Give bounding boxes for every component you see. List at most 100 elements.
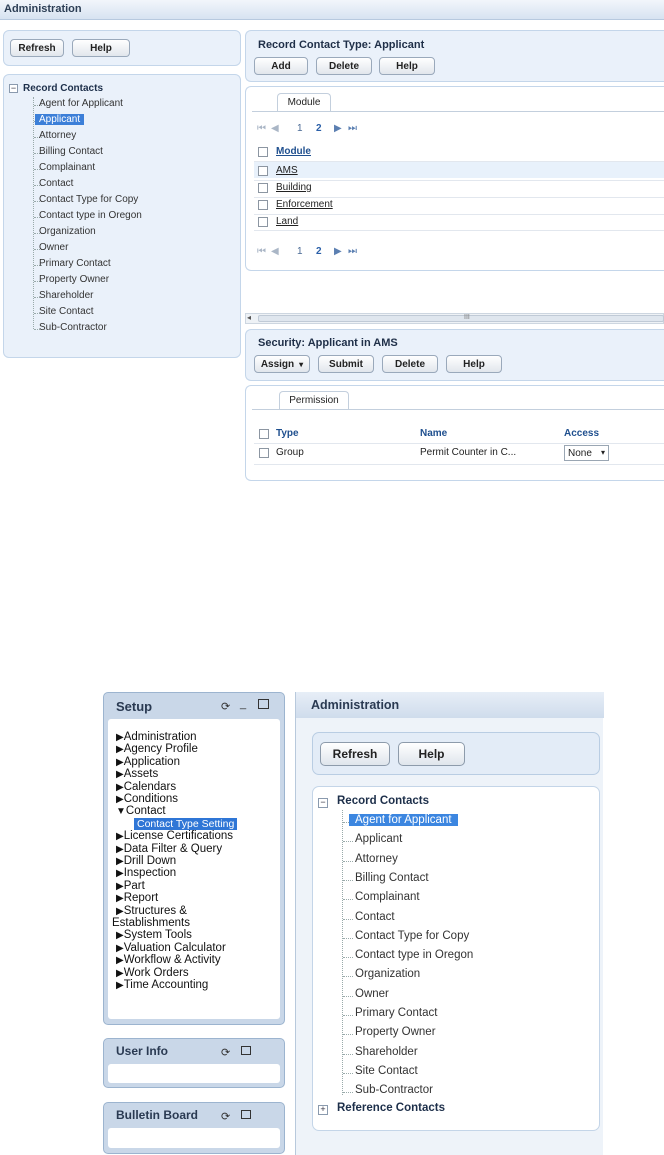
- module-column-header[interactable]: Module: [276, 146, 311, 157]
- refresh-icon[interactable]: ⟳: [221, 700, 230, 713]
- module-row[interactable]: Building: [276, 182, 312, 193]
- row-checkbox[interactable]: [258, 200, 268, 210]
- tree-item[interactable]: Attorney: [355, 853, 398, 865]
- tree-item[interactable]: Owner: [39, 242, 68, 253]
- tree-item[interactable]: Organization: [355, 968, 420, 980]
- tree-item[interactable]: Complainant: [355, 891, 420, 903]
- setup-menu-item[interactable]: ▼Contact: [116, 805, 166, 817]
- row-checkbox[interactable]: [258, 183, 268, 193]
- help-button[interactable]: Help: [72, 39, 130, 57]
- setup-menu-item[interactable]: ▶License Certifications: [116, 830, 233, 842]
- tree-item[interactable]: Applicant: [355, 833, 402, 845]
- collapse-icon[interactable]: −: [318, 798, 328, 808]
- tree-item[interactable]: Property Owner: [39, 274, 109, 285]
- tree-item[interactable]: Shareholder: [39, 290, 93, 301]
- restore-icon[interactable]: [241, 1110, 251, 1119]
- prev-page-icon[interactable]: ◀: [271, 246, 279, 257]
- delete-button[interactable]: Delete: [316, 57, 372, 75]
- tree-item[interactable]: Agent for Applicant: [349, 814, 458, 826]
- tree-item[interactable]: Contact type in Oregon: [39, 210, 142, 221]
- tree-item[interactable]: Site Contact: [39, 306, 93, 317]
- expand-icon[interactable]: +: [318, 1105, 328, 1115]
- maximize-icon[interactable]: [258, 699, 269, 709]
- tree-root-record-contacts[interactable]: Record Contacts: [337, 795, 429, 807]
- module-row[interactable]: Enforcement: [276, 199, 333, 210]
- tab-module[interactable]: Module: [277, 93, 331, 111]
- select-all-checkbox[interactable]: [259, 429, 269, 439]
- horizontal-scrollbar[interactable]: ◂ III: [245, 313, 664, 324]
- help-button[interactable]: Help: [446, 355, 502, 373]
- setup-menu-item[interactable]: ▶Time Accounting: [116, 979, 208, 991]
- page-1-link[interactable]: 1: [297, 123, 303, 134]
- tree-item[interactable]: Billing Contact: [39, 146, 103, 157]
- tree-item[interactable]: Sub-Contractor: [355, 1084, 433, 1096]
- scroll-left-icon[interactable]: ◂: [247, 313, 251, 322]
- refresh-icon[interactable]: ⟳: [221, 1046, 230, 1059]
- select-all-checkbox[interactable]: [258, 147, 268, 157]
- tree-item[interactable]: Owner: [355, 988, 389, 1000]
- page-2-link[interactable]: 2: [316, 123, 322, 134]
- setup-menu-item[interactable]: ▶Assets: [116, 768, 158, 780]
- name-column-header[interactable]: Name: [420, 428, 447, 439]
- tree-item[interactable]: Primary Contact: [39, 258, 111, 269]
- delete-button[interactable]: Delete: [382, 355, 438, 373]
- collapse-icon[interactable]: −: [9, 84, 18, 93]
- module-row[interactable]: AMS: [276, 165, 298, 176]
- restore-icon[interactable]: [241, 1046, 251, 1055]
- refresh-button[interactable]: Refresh: [10, 39, 64, 57]
- prev-page-icon[interactable]: ◀: [271, 123, 279, 134]
- row-checkbox[interactable]: [258, 217, 268, 227]
- setup-subitem[interactable]: Contact Type Setting: [134, 817, 238, 830]
- tree-root-reference-contacts[interactable]: Reference Contacts: [337, 1102, 445, 1114]
- help-button[interactable]: Help: [398, 742, 465, 766]
- setup-menu-item[interactable]: ▶Calendars: [116, 781, 176, 793]
- tree-item[interactable]: Sub-Contractor: [39, 322, 107, 333]
- scrollbar-thumb[interactable]: [258, 315, 664, 322]
- setup-menu-item[interactable]: ▶System Tools: [116, 929, 192, 941]
- tree-item[interactable]: Primary Contact: [355, 1007, 437, 1019]
- page-2-link[interactable]: 2: [316, 246, 322, 257]
- first-page-icon[interactable]: ⏮: [257, 246, 266, 257]
- last-page-icon[interactable]: ⏭: [348, 246, 357, 257]
- tree-item[interactable]: Site Contact: [355, 1065, 418, 1077]
- tree-item[interactable]: Billing Contact: [355, 872, 429, 884]
- tree-item[interactable]: Contact: [39, 178, 73, 189]
- setup-menu-item[interactable]: ▶Drill Down: [116, 855, 176, 867]
- setup-menu-item[interactable]: ▶Valuation Calculator: [116, 942, 226, 954]
- submit-button[interactable]: Submit: [318, 355, 374, 373]
- setup-menu-item-continued[interactable]: Establishments: [112, 917, 190, 929]
- refresh-button[interactable]: Refresh: [320, 742, 390, 766]
- tree-item[interactable]: Shareholder: [355, 1046, 418, 1058]
- setup-menu-item[interactable]: ▶Part: [116, 880, 145, 892]
- page-1-link[interactable]: 1: [297, 246, 303, 257]
- access-column-header[interactable]: Access: [564, 428, 599, 439]
- tab-permission[interactable]: Permission: [279, 391, 349, 409]
- refresh-icon[interactable]: ⟳: [221, 1110, 230, 1123]
- setup-menu-item[interactable]: ▶Inspection: [116, 867, 176, 879]
- tree-item[interactable]: Contact: [355, 911, 395, 923]
- tree-item[interactable]: Agent for Applicant: [39, 98, 123, 109]
- setup-menu-item[interactable]: ▶Workflow & Activity: [116, 954, 221, 966]
- tree-root-record-contacts[interactable]: Record Contacts: [23, 83, 103, 94]
- tree-item[interactable]: Attorney: [39, 130, 76, 141]
- row-checkbox[interactable]: [259, 448, 269, 458]
- last-page-icon[interactable]: ⏭: [348, 123, 357, 134]
- access-select[interactable]: None ▾: [564, 445, 609, 461]
- setup-menu-item[interactable]: ▶Data Filter & Query: [116, 843, 222, 855]
- setup-menu-item[interactable]: ▶Agency Profile: [116, 743, 198, 755]
- setup-menu-item[interactable]: ▶Structures &: [116, 905, 187, 917]
- tree-item[interactable]: Organization: [39, 226, 96, 237]
- module-row[interactable]: Land: [276, 216, 298, 227]
- tree-item[interactable]: Contact Type for Copy: [355, 930, 469, 942]
- first-page-icon[interactable]: ⏮: [257, 123, 266, 134]
- setup-menu-item[interactable]: ▶Report: [116, 892, 158, 904]
- tree-item[interactable]: Applicant: [35, 114, 85, 125]
- setup-menu-item[interactable]: ▶Application: [116, 756, 180, 768]
- setup-menu-item[interactable]: ▶Administration: [116, 731, 197, 743]
- assign-dropdown-button[interactable]: Assign ▾: [254, 355, 310, 373]
- add-button[interactable]: Add: [254, 57, 308, 75]
- next-page-icon[interactable]: ▶: [334, 246, 342, 257]
- tree-item[interactable]: Contact Type for Copy: [39, 194, 138, 205]
- setup-menu-item[interactable]: ▶Work Orders: [116, 967, 189, 979]
- row-checkbox[interactable]: [258, 166, 268, 176]
